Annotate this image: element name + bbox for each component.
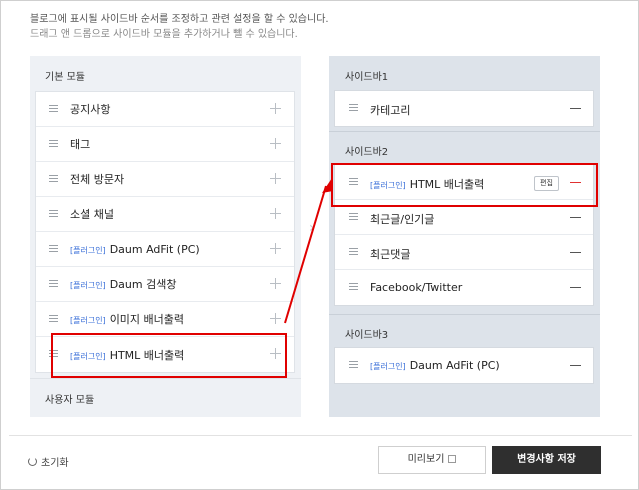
sidebar-settings-window: 블로그에 표시될 사이드바 순서를 조정하고 관련 설정을 할 수 있습니다. … — [0, 0, 639, 490]
save-changes-button[interactable]: 변경사항 저장 — [492, 446, 601, 474]
reset-button[interactable]: 초기화 — [28, 454, 69, 469]
preview-button[interactable]: 미리보기 — [378, 446, 486, 474]
footer-divider — [9, 435, 632, 436]
reset-label: 초기화 — [41, 458, 69, 469]
external-link-icon — [448, 455, 457, 463]
drag-arrow-icon — [284, 178, 333, 324]
refresh-icon — [28, 457, 37, 466]
preview-label: 미리보기 — [407, 454, 445, 465]
